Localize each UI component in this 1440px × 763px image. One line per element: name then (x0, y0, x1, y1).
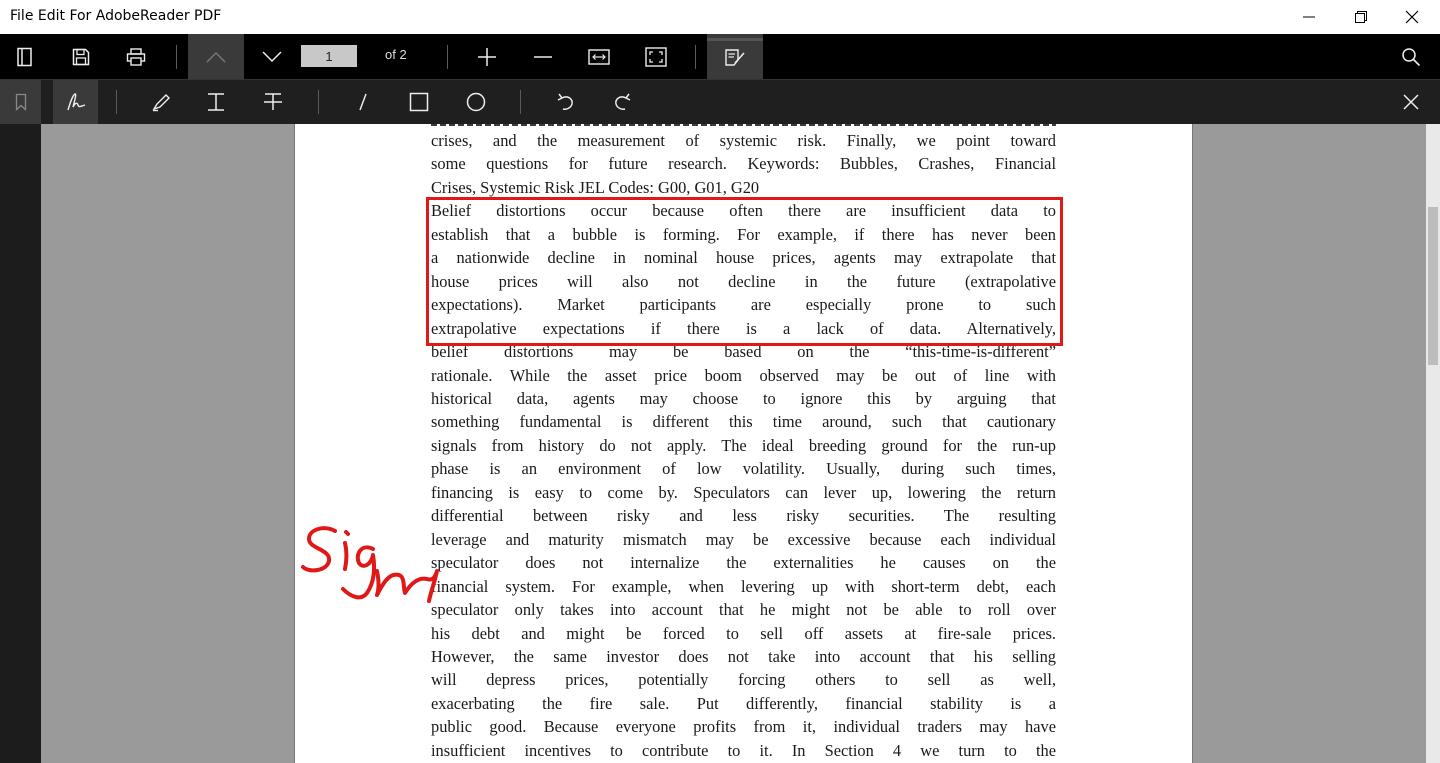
toolbar-separator (695, 45, 696, 69)
freehand-pen-button[interactable] (53, 80, 98, 124)
document-line: public good. Because everyone profits fr… (431, 717, 1056, 737)
close-icon (1403, 94, 1419, 110)
document-line: rationale. While the asset price boom ob… (431, 365, 1056, 385)
close-annotation-toolbar-button[interactable] (1394, 87, 1428, 117)
text-insert-icon (208, 93, 224, 111)
previous-page-button[interactable] (188, 34, 244, 79)
fit-width-icon (588, 49, 610, 65)
document-line: exacerbating the fire sale. Put differen… (431, 693, 1056, 713)
document-line: establish that a bubble is forming. For … (431, 224, 1056, 244)
fit-page-button[interactable] (639, 42, 673, 72)
rectangle-button[interactable] (402, 87, 436, 117)
document-line: expectations). Market participants are e… (431, 295, 1056, 315)
close-window-button[interactable] (1389, 0, 1435, 34)
print-button[interactable] (119, 42, 153, 72)
print-icon (126, 48, 146, 66)
toolbar-separator (520, 90, 521, 114)
line-icon (359, 93, 367, 111)
document-line: belief distortions may be based on the “… (431, 342, 1056, 362)
minimize-icon (1303, 16, 1315, 18)
toolbar-separator (447, 45, 448, 69)
ellipse-icon (466, 92, 486, 112)
bookmark-button[interactable] (0, 80, 41, 124)
page-count-label: of 2 (385, 47, 407, 62)
zoom-in-icon (478, 48, 496, 66)
document-line: leverage and maturity mismatch may be ex… (431, 529, 1056, 549)
strikethrough-icon (264, 93, 282, 110)
scrollbar-thumb[interactable] (1428, 207, 1438, 365)
handwritten-signature[interactable] (295, 515, 445, 610)
document-line: financial system. For example, when leve… (431, 576, 1056, 596)
document-line: his debt and might be forced to sell off… (431, 623, 1056, 643)
redo-button[interactable] (605, 87, 639, 117)
highlighter-icon (152, 94, 170, 112)
next-page-icon (262, 51, 282, 63)
document-line: extrapolative expectations if there is a… (431, 318, 1056, 338)
window-title: File Edit For AdobeReader PDF (10, 8, 222, 24)
text-insert-button[interactable] (199, 87, 233, 117)
save-button[interactable] (64, 42, 98, 72)
undo-icon (557, 93, 573, 110)
sidebar-toggle-icon (17, 47, 32, 67)
document-line: will depress prices, potentially forcing… (431, 670, 1056, 690)
document-line: speculator only takes into account that … (431, 600, 1056, 620)
zoom-out-icon (534, 56, 552, 58)
save-icon (72, 48, 90, 66)
pdf-page[interactable]: crises, and the measurement of systemic … (294, 124, 1193, 763)
toolbar-separator (318, 90, 319, 114)
document-line: house prices will also not decline in th… (431, 271, 1056, 291)
search-icon (1402, 48, 1421, 67)
line-button[interactable] (346, 87, 380, 117)
sidebar-toggle-button[interactable] (8, 42, 42, 72)
active-indicator (707, 38, 763, 41)
document-line: historical data, agents may choose to ig… (431, 388, 1056, 408)
document-line: Belief distortions occur because often t… (431, 201, 1056, 221)
clipped-line (431, 124, 1056, 126)
close-icon (1405, 10, 1419, 24)
edit-mode-icon (725, 48, 745, 66)
next-page-button[interactable] (255, 42, 289, 72)
undo-button[interactable] (549, 87, 583, 117)
redo-icon (615, 93, 631, 110)
title-bar: File Edit For AdobeReader PDF (0, 0, 1440, 34)
restore-button[interactable] (1338, 0, 1384, 34)
document-line: something fundamental is different this … (431, 412, 1056, 432)
bookmark-icon (15, 93, 26, 111)
toolbar-separator (116, 90, 117, 114)
fit-page-icon (645, 47, 667, 67)
document-text: crises, and the measurement of systemic … (431, 129, 1056, 762)
highlighter-button[interactable] (144, 87, 178, 117)
page-number-input[interactable] (301, 45, 357, 67)
minimize-button[interactable] (1286, 0, 1332, 34)
search-button[interactable] (1394, 42, 1428, 72)
document-line: insufficient incentives to contribute to… (431, 740, 1056, 760)
left-rail (0, 124, 41, 763)
document-line: Crises, Systemic Risk JEL Codes: G00, G0… (431, 177, 760, 197)
toolbar-separator (176, 45, 177, 69)
rectangle-icon (409, 92, 429, 112)
fit-width-button[interactable] (582, 42, 616, 72)
zoom-out-button[interactable] (526, 42, 560, 72)
document-line: financing is easy to come by. Speculator… (431, 482, 1056, 502)
document-line: signals from history do not apply. The i… (431, 435, 1056, 455)
zoom-in-button[interactable] (470, 42, 504, 72)
restore-icon (1355, 11, 1367, 23)
document-line: speculator does not internalize the exte… (431, 553, 1056, 573)
strikethrough-button[interactable] (256, 87, 290, 117)
edit-mode-button[interactable] (707, 34, 763, 79)
annotation-toolbar (0, 79, 1440, 124)
document-line: some questions for future research. Keyw… (431, 154, 1056, 174)
document-line: differential between risky and less risk… (431, 506, 1056, 526)
document-line: However, the same investor does not take… (431, 646, 1056, 666)
document-viewport[interactable]: crises, and the measurement of systemic … (41, 124, 1426, 763)
previous-page-icon (206, 51, 226, 63)
freehand-pen-icon (66, 93, 85, 111)
vertical-scrollbar[interactable] (1426, 124, 1440, 763)
ellipse-button[interactable] (459, 87, 493, 117)
document-line: a nationwide decline in nominal house pr… (431, 248, 1056, 268)
main-toolbar: of 2 (0, 34, 1440, 79)
document-line: crises, and the measurement of systemic … (431, 131, 1056, 150)
document-line: phase is an environment of low volatilit… (431, 459, 1056, 479)
